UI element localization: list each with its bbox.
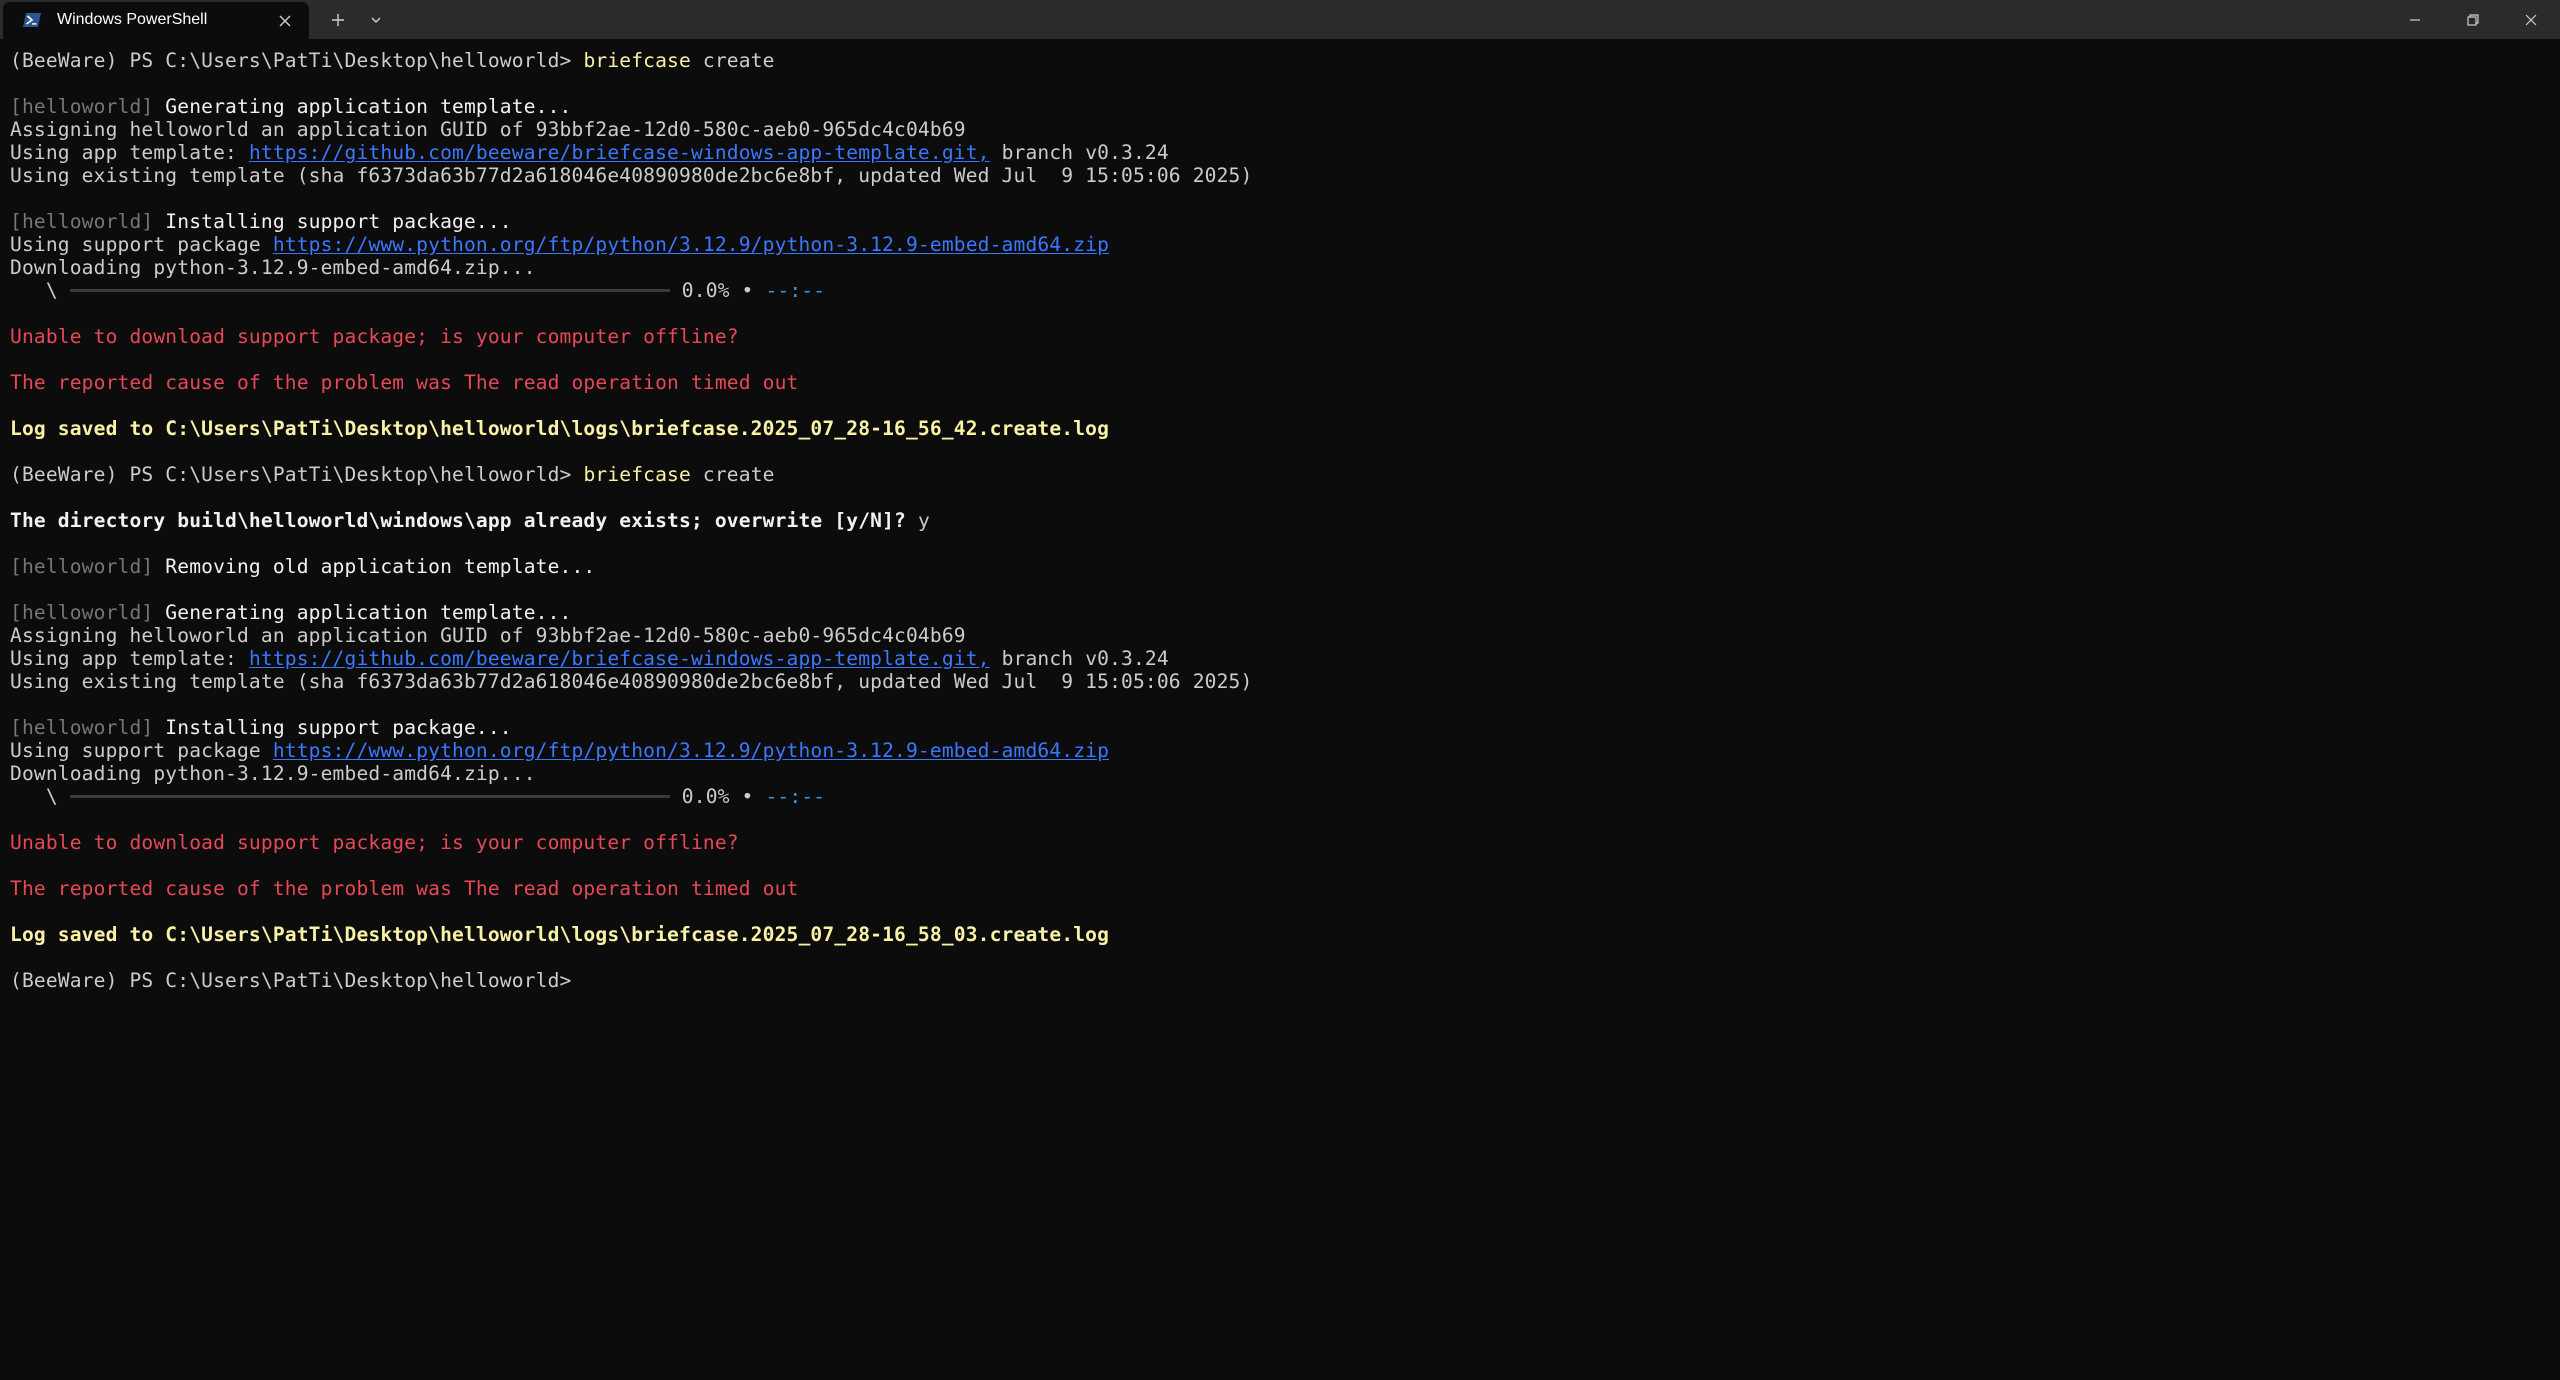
command-name: briefcase [583,49,691,72]
progress-line: \ 0.0% • --:-- [10,785,825,808]
progress-eta: -:-- [777,279,826,302]
progress-line: \ 0.0% • --:-- [10,279,825,302]
restore-button[interactable] [2444,0,2502,39]
log-text: Generating application template... [153,95,572,118]
overwrite-prompt-line: The directory build\helloworld\windows\a… [10,509,930,532]
chevron-down-icon [371,17,381,23]
log-line: Assigning helloworld an application GUID… [10,624,966,647]
spinner: \ [10,785,58,808]
minimize-button[interactable] [2386,0,2444,39]
prompt: (BeeWare) PS C:\Users\PatTi\Desktop\hell… [10,463,584,486]
new-tab-button[interactable] [323,5,353,35]
error-line: The reported cause of the problem was Th… [10,371,799,394]
log-text: Using support package [10,233,273,256]
command-name: briefcase [583,463,691,486]
log-line: [helloworld] Generating application temp… [10,601,571,624]
close-tab-icon[interactable] [275,11,295,31]
terminal-output[interactable]: (BeeWare) PS C:\Users\PatTi\Desktop\hell… [0,39,2560,1380]
log-line: Using app template: https://github.com/b… [10,141,1169,164]
progress-separator: • [729,279,766,302]
close-window-button[interactable] [2502,0,2560,39]
log-line: Downloading python-3.12.9-embed-amd64.zi… [10,256,536,279]
log-line: Using support package https://www.python… [10,233,1109,256]
tab-title: Windows PowerShell [57,11,208,28]
error-line: Unable to download support package; is y… [10,325,739,348]
powershell-icon [23,13,41,27]
log-line: Using app template: https://github.com/b… [10,647,1169,670]
app-tag: [helloworld] [10,210,154,233]
tab-windows-powershell[interactable]: Windows PowerShell [3,2,309,39]
log-text: Installing support package... [153,210,512,233]
log-line: Using support package https://www.python… [10,739,1109,762]
error-line: Unable to download support package; is y… [10,831,739,854]
log-line: [helloworld] Installing support package.… [10,716,512,739]
log-text: Using app template: [10,647,249,670]
log-text: Using app template: [10,141,249,164]
support-package-link[interactable]: https://www.python.org/ftp/python/3.12.9… [273,233,1109,256]
log-line: [helloworld] Installing support package.… [10,210,512,233]
log-line: [helloworld] Generating application temp… [10,95,571,118]
tab-dropdown-button[interactable] [361,5,391,35]
log-saved-line: Log saved to C:\Users\PatTi\Desktop\hell… [10,417,1110,440]
error-line: The reported cause of the problem was Th… [10,877,799,900]
log-line: Using existing template (sha f6373da63b7… [10,164,1253,187]
progress-eta: -:-- [777,785,826,808]
prompt-line: (BeeWare) PS C:\Users\PatTi\Desktop\hell… [10,463,775,486]
progress-percent: 0.0% [681,785,730,808]
prompt-line[interactable]: (BeeWare) PS C:\Users\PatTi\Desktop\hell… [10,969,571,992]
minimize-icon [2410,18,2420,21]
template-link[interactable]: https://github.com/beeware/briefcase-win… [249,647,990,670]
log-text: Installing support package... [153,716,512,739]
command-arg: create [690,463,775,486]
app-tag: [helloworld] [10,95,154,118]
restore-icon [2467,13,2479,26]
progress-bar [69,289,670,292]
progress-separator: • [729,785,766,808]
command-arg: create [690,49,775,72]
app-tag: [helloworld] [10,555,154,578]
prompt-line: (BeeWare) PS C:\Users\PatTi\Desktop\hell… [10,49,775,72]
log-line: Assigning helloworld an application GUID… [10,118,966,141]
log-text: Generating application template... [153,601,572,624]
log-saved-line: Log saved to C:\Users\PatTi\Desktop\hell… [10,923,1110,946]
log-line: [helloworld] Removing old application te… [10,555,595,578]
app-tag: [helloworld] [10,716,154,739]
progress-percent: 0.0% [681,279,730,302]
log-text: Using support package [10,739,273,762]
terminal-window: Windows PowerShell (BeeWare) PS C:\Users… [0,0,2560,1380]
log-text: branch v0.3.24 [989,141,1169,164]
plus-icon [332,14,344,26]
app-tag: [helloworld] [10,601,154,624]
overwrite-answer: y [917,509,930,532]
overwrite-question: The directory build\helloworld\windows\a… [10,509,918,532]
progress-eta-prefix: - [765,279,778,302]
log-text: branch v0.3.24 [989,647,1169,670]
spinner: \ [10,279,58,302]
prompt: (BeeWare) PS C:\Users\PatTi\Desktop\hell… [10,49,584,72]
log-text: Removing old application template... [153,555,596,578]
template-link[interactable]: https://github.com/beeware/briefcase-win… [249,141,990,164]
progress-eta-prefix: - [765,785,778,808]
log-line: Downloading python-3.12.9-embed-amd64.zi… [10,762,536,785]
title-bar[interactable]: Windows PowerShell [0,0,2560,39]
support-package-link[interactable]: https://www.python.org/ftp/python/3.12.9… [273,739,1109,762]
close-icon [2525,14,2537,25]
log-line: Using existing template (sha f6373da63b7… [10,670,1253,693]
progress-bar [69,795,670,798]
